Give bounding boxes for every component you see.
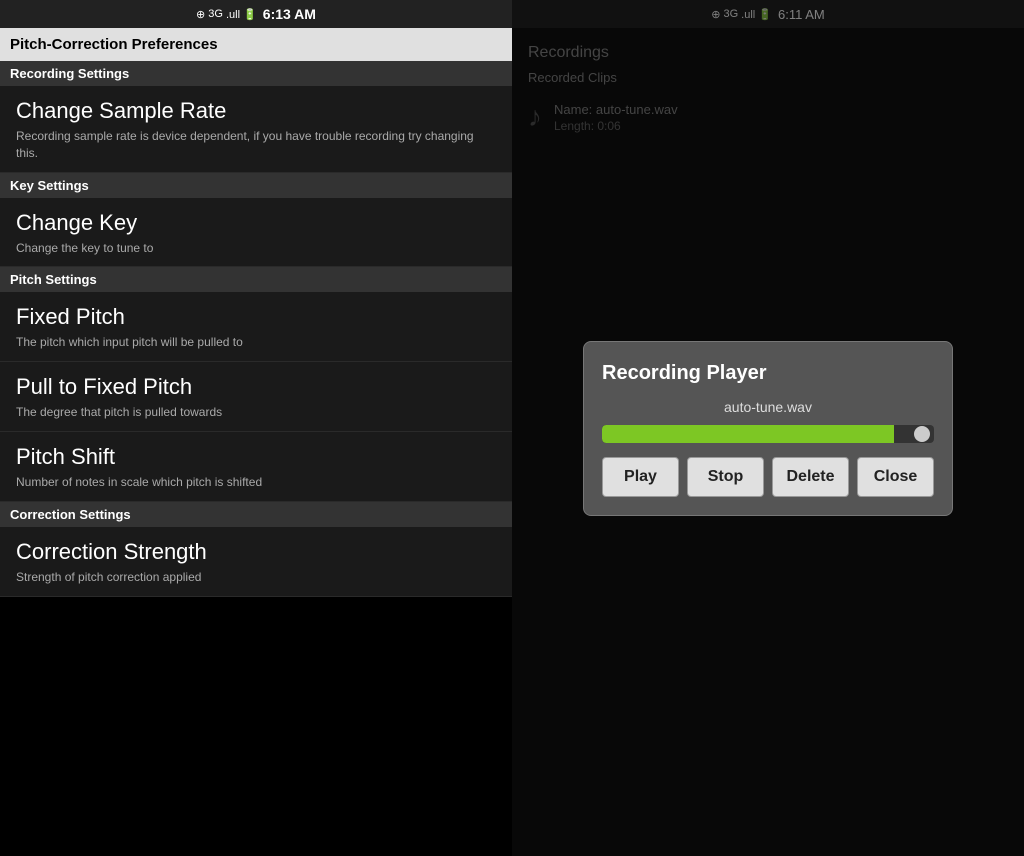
dialog-title: Recording Player: [602, 362, 934, 385]
progress-bar-container[interactable]: [602, 425, 934, 443]
settings-item-change-key[interactable]: Change Key Change the key to tune to: [0, 198, 512, 268]
right-panel: ⊕ 3G .ull 🔋 6:11 AM Recordings Recorded …: [512, 0, 1024, 856]
settings-item-sample-rate[interactable]: Change Sample Rate Recording sample rate…: [0, 86, 512, 173]
settings-item-title: Pull to Fixed Pitch: [16, 374, 496, 400]
settings-item-pull-fixed-pitch[interactable]: Pull to Fixed Pitch The degree that pitc…: [0, 362, 512, 432]
left-time: 6:13 AM: [263, 6, 316, 22]
settings-item-desc: The pitch which input pitch will be pull…: [16, 334, 496, 351]
progress-bar-fill: [602, 425, 894, 443]
settings-item-title: Fixed Pitch: [16, 304, 496, 330]
section-correction-settings: Correction Settings: [0, 502, 512, 527]
settings-item-desc: Change the key to tune to: [16, 240, 496, 257]
section-recording-settings: Recording Settings: [0, 61, 512, 86]
left-status-icons: ⊕ 3G .ull 🔋: [196, 8, 257, 21]
app-title-bar: Pitch-Correction Preferences: [0, 28, 512, 61]
settings-item-pitch-shift[interactable]: Pitch Shift Number of notes in scale whi…: [0, 432, 512, 502]
settings-item-fixed-pitch[interactable]: Fixed Pitch The pitch which input pitch …: [0, 292, 512, 362]
settings-item-correction-strength[interactable]: Correction Strength Strength of pitch co…: [0, 527, 512, 597]
left-status-bar: ⊕ 3G .ull 🔋 6:13 AM: [0, 0, 512, 28]
left-panel: ⊕ 3G .ull 🔋 6:13 AM Pitch-Correction Pre…: [0, 0, 512, 856]
left-signal: 3G: [208, 8, 223, 20]
settings-item-desc: Strength of pitch correction applied: [16, 569, 496, 586]
settings-item-title: Pitch Shift: [16, 444, 496, 470]
delete-button[interactable]: Delete: [772, 457, 849, 497]
section-key-settings: Key Settings: [0, 173, 512, 198]
settings-item-title: Correction Strength: [16, 539, 496, 565]
dialog-buttons: Play Stop Delete Close: [602, 457, 934, 497]
dialog-overlay: Recording Player auto-tune.wav Play Stop…: [512, 0, 1024, 856]
settings-item-title: Change Key: [16, 210, 496, 236]
app-title: Pitch-Correction Preferences: [10, 36, 218, 53]
dialog-filename: auto-tune.wav: [602, 399, 934, 415]
play-button[interactable]: Play: [602, 457, 679, 497]
settings-item-desc: Recording sample rate is device dependen…: [16, 128, 496, 162]
settings-item-title: Change Sample Rate: [16, 98, 496, 124]
settings-item-desc: The degree that pitch is pulled towards: [16, 404, 496, 421]
settings-item-desc: Number of notes in scale which pitch is …: [16, 474, 496, 491]
progress-bar-thumb: [914, 426, 930, 442]
stop-button[interactable]: Stop: [687, 457, 764, 497]
recording-player-dialog: Recording Player auto-tune.wav Play Stop…: [583, 341, 953, 516]
section-pitch-settings: Pitch Settings: [0, 267, 512, 292]
close-button[interactable]: Close: [857, 457, 934, 497]
